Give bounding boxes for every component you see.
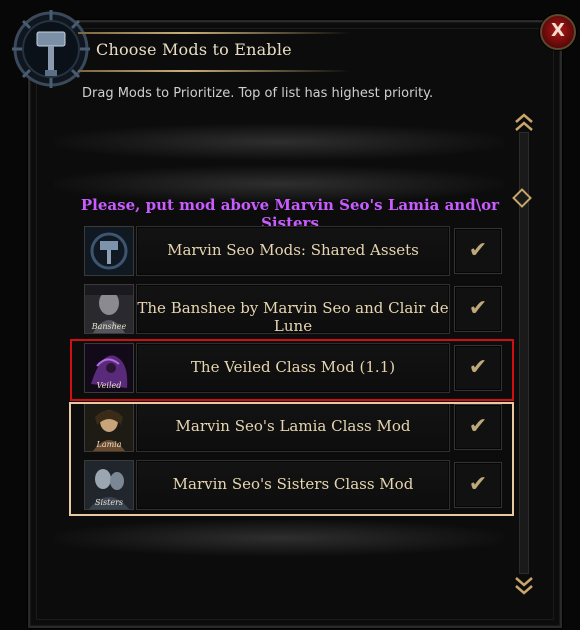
title-divider-top	[78, 32, 350, 34]
dialog-title-bar: Choose Mods to Enable	[78, 32, 350, 72]
mod-name-box: The Banshee by Marvin Seo and Clair de L…	[136, 284, 450, 335]
scroll-down-button[interactable]	[512, 574, 536, 596]
mod-row-banshee[interactable]: Banshee The Banshee by Marvin Seo and Cl…	[84, 284, 506, 335]
double-chevron-up-icon	[515, 113, 533, 131]
mod-name: The Banshee by Marvin Seo and Clair de L…	[137, 299, 449, 335]
thumb-label: Banshee	[91, 322, 127, 331]
highlight-box-red	[70, 339, 514, 401]
mod-row-shared-assets[interactable]: Marvin Seo Mods: Shared Assets ✔	[84, 226, 506, 276]
scrollbar-track[interactable]	[512, 132, 532, 574]
mod-name-box: Marvin Seo Mods: Shared Assets	[136, 226, 450, 276]
checkmark-icon: ✔	[468, 296, 488, 321]
close-icon: X	[551, 20, 565, 41]
mod-name: Marvin Seo Mods: Shared Assets	[167, 241, 419, 259]
scroll-up-button[interactable]	[512, 112, 536, 134]
hammer-icon	[84, 226, 134, 276]
blurred-list-row	[54, 124, 504, 160]
blurred-list-row	[54, 520, 504, 556]
dialog-title: Choose Mods to Enable	[96, 40, 292, 59]
dialog-subtitle: Drag Mods to Prioritize. Top of list has…	[82, 86, 434, 101]
banshee-portrait: Banshee	[84, 284, 134, 334]
double-chevron-down-icon	[515, 577, 533, 595]
highlight-box-tan	[69, 402, 514, 516]
enable-checkbox[interactable]: ✔	[454, 228, 502, 274]
title-divider-bottom	[78, 70, 350, 72]
checkmark-icon: ✔	[468, 238, 488, 263]
enable-checkbox[interactable]: ✔	[454, 286, 502, 332]
close-button[interactable]: X	[540, 14, 576, 50]
